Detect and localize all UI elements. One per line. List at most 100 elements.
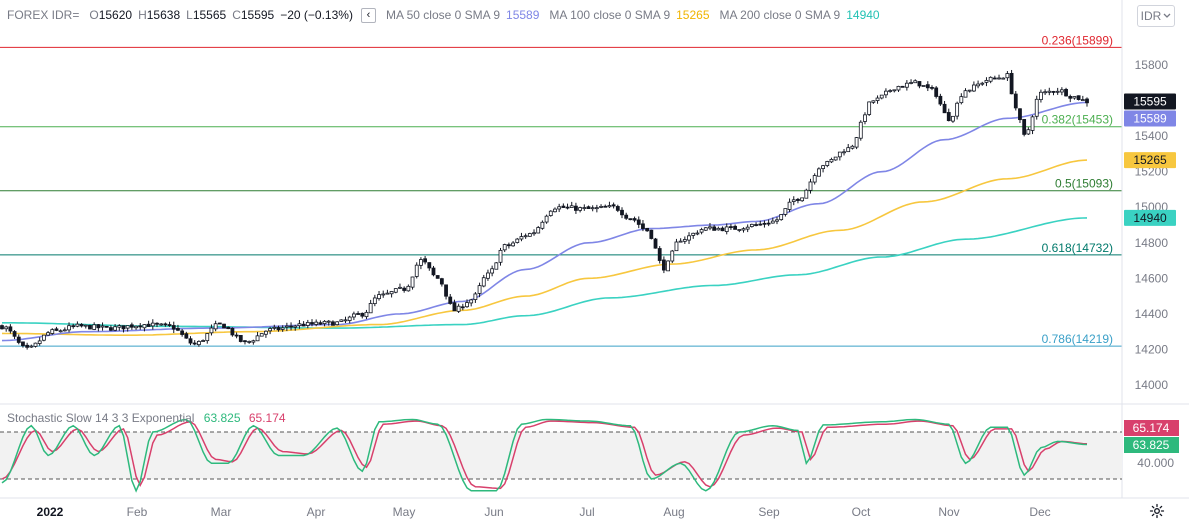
candle-body — [536, 227, 541, 234]
candle-body — [720, 227, 725, 232]
candle — [548, 210, 553, 217]
candle-body — [264, 330, 268, 335]
y-tick-label: 14800 — [1135, 236, 1169, 250]
candle-body — [745, 226, 750, 230]
y-tick-label: 15800 — [1135, 58, 1169, 72]
candle-body — [888, 90, 893, 92]
candle — [833, 156, 838, 161]
chevron-down-icon — [1163, 13, 1171, 18]
candle-body — [88, 324, 92, 330]
candle-body — [62, 329, 67, 332]
candle-body — [452, 302, 457, 312]
candle-body — [574, 205, 578, 211]
candle-body — [569, 205, 574, 208]
candle-body — [1018, 108, 1022, 121]
candle-body — [96, 324, 101, 329]
candle-body — [599, 205, 603, 208]
gear-icon[interactable] — [1149, 503, 1165, 519]
candle-body — [4, 326, 9, 330]
candle-body — [540, 221, 545, 229]
candle-body — [594, 207, 599, 210]
candle-body — [1009, 72, 1014, 95]
candle-body — [368, 303, 373, 314]
candle — [335, 321, 340, 326]
candle — [222, 323, 226, 329]
candle-body — [963, 90, 968, 98]
stoch-k-value: 63.825 — [203, 411, 241, 425]
candle-body — [971, 84, 976, 92]
candle-body — [708, 226, 712, 229]
ma200-label[interactable]: MA 200 close 0 SMA 9 — [720, 8, 841, 22]
candle-body — [699, 229, 704, 233]
candle — [867, 101, 872, 117]
candle-body — [997, 77, 1001, 80]
candle-body — [171, 325, 176, 330]
price-chart[interactable]: 0.236(15899) 0.382(15453) 0.5(15093) 0.618(… — [0, 0, 1189, 524]
candle-body — [129, 324, 134, 328]
candle-body — [419, 259, 423, 266]
candle-body — [959, 96, 964, 104]
candle-body — [75, 323, 80, 327]
fib-label-0.382: 0.382(15453) — [1042, 113, 1113, 127]
candle-body — [318, 322, 323, 325]
candle — [1022, 118, 1027, 137]
candle-body — [347, 316, 352, 321]
candle-body — [335, 321, 340, 326]
x-tick-label: Mar — [211, 505, 232, 519]
candle-body — [1001, 77, 1006, 80]
candle-body — [1080, 99, 1085, 101]
symbol-name[interactable]: FOREX IDR= — [7, 8, 79, 22]
candle-body — [900, 85, 905, 88]
ma100-label[interactable]: MA 100 close 0 SMA 9 — [549, 8, 670, 22]
candle-body — [867, 101, 872, 115]
candle — [1013, 91, 1018, 111]
candle-body — [955, 102, 960, 117]
candle-body — [301, 323, 306, 327]
candle-body — [163, 323, 168, 326]
candle-body — [58, 330, 63, 333]
candle-body — [1055, 90, 1060, 93]
candle-body — [427, 262, 432, 269]
candle-body — [879, 94, 884, 99]
high-value: 15638 — [146, 8, 181, 22]
candle-body — [360, 312, 365, 317]
candle-body — [134, 325, 138, 329]
ma50-label[interactable]: MA 50 close 0 SMA 9 — [386, 8, 500, 22]
stochastic-legend[interactable]: Stochastic Slow 14 3 3 Exponential 63.82… — [7, 411, 286, 425]
candle-body — [230, 327, 235, 336]
candle-body — [444, 284, 448, 297]
candle-body — [439, 278, 444, 285]
candle-body — [758, 223, 763, 226]
y-tick-label: 14600 — [1135, 271, 1169, 285]
currency-dropdown[interactable]: IDR — [1137, 5, 1175, 27]
candle-body — [511, 242, 515, 247]
candle-body — [176, 328, 180, 331]
candle-body — [578, 207, 583, 211]
candle-body — [188, 338, 193, 344]
candle-body — [850, 145, 855, 149]
candle — [1009, 69, 1014, 95]
candle-body — [904, 82, 909, 88]
candle-body — [486, 272, 490, 279]
low-label: L — [186, 8, 193, 22]
candle — [779, 214, 784, 221]
candle-body — [490, 268, 495, 274]
candle-body — [79, 324, 84, 327]
candle-body — [687, 235, 691, 241]
candle-body — [909, 82, 913, 84]
candle-body — [351, 313, 356, 318]
collapse-legend-button[interactable]: ‹ — [360, 7, 376, 23]
candle — [934, 86, 939, 99]
candle-body — [808, 181, 813, 191]
candle-body — [641, 223, 645, 229]
y-tick-label: 15400 — [1135, 129, 1169, 143]
candle — [657, 246, 662, 264]
candle — [0, 324, 4, 330]
candle-body — [1013, 93, 1018, 109]
candle-body — [92, 324, 97, 330]
candle-body — [167, 324, 172, 326]
x-tick-label: Dec — [1029, 505, 1050, 519]
candle-body — [243, 340, 247, 343]
candle-body — [272, 326, 277, 329]
candle-body — [502, 244, 507, 251]
